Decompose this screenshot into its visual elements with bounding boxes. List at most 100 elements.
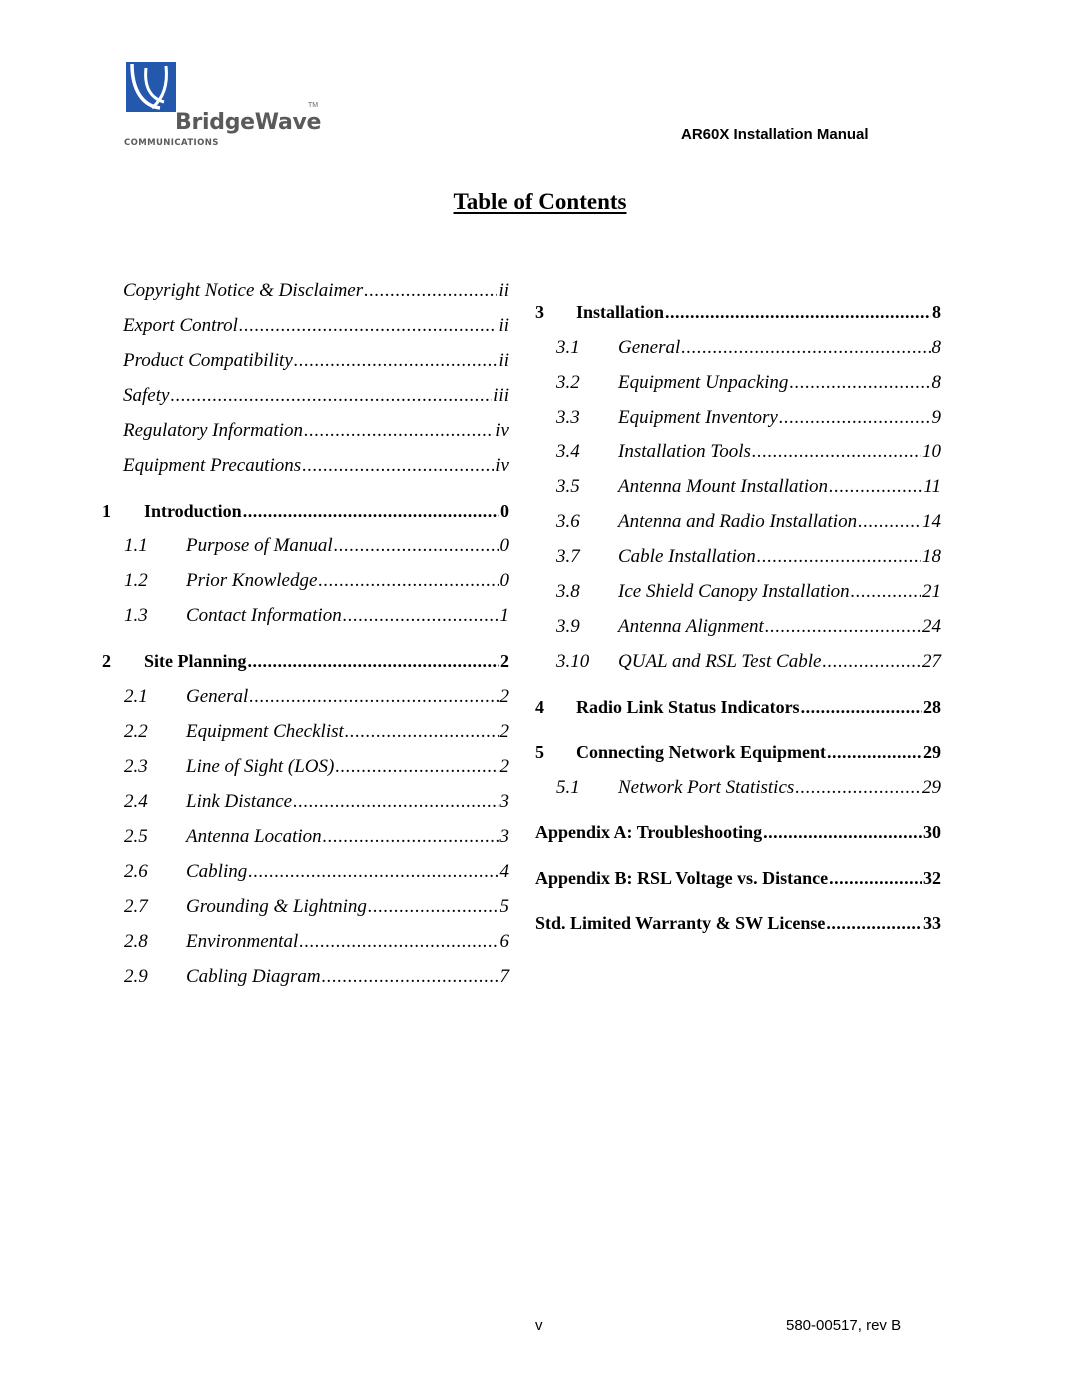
- toc-entry-title[interactable]: Antenna Location: [186, 826, 322, 848]
- toc-entry[interactable]: Equipment Precautions iv: [123, 455, 509, 477]
- toc-entry-title[interactable]: Connecting Network Equipment: [576, 742, 826, 763]
- toc-entry-title[interactable]: Export Control: [123, 315, 238, 337]
- toc-entry-page[interactable]: 5: [500, 896, 510, 918]
- toc-entry-page[interactable]: 2: [500, 756, 510, 778]
- toc-entry-page[interactable]: 8: [932, 372, 942, 394]
- toc-entry-title[interactable]: Site Planning: [144, 651, 247, 672]
- toc-entry[interactable]: 5 Connecting Network Equipment 29: [535, 742, 941, 763]
- toc-entry-title[interactable]: Installation Tools: [618, 441, 751, 463]
- toc-entry-title[interactable]: Product Compatibility: [123, 350, 293, 372]
- toc-entry[interactable]: 3.5 Antenna Mount Installation 11: [556, 476, 941, 498]
- toc-entry[interactable]: 3.1 General 8: [556, 337, 941, 359]
- toc-entry[interactable]: Export Control ii: [123, 315, 509, 337]
- toc-entry-page[interactable]: 3: [500, 791, 510, 813]
- toc-entry-page[interactable]: 2: [500, 651, 509, 672]
- toc-entry-page[interactable]: 7: [500, 966, 510, 988]
- toc-entry-title[interactable]: Cabling: [186, 861, 247, 883]
- toc-entry-page[interactable]: 18: [922, 546, 941, 568]
- toc-entry[interactable]: 3.3 Equipment Inventory 9: [556, 407, 941, 429]
- toc-entry-title[interactable]: Installation: [576, 302, 664, 323]
- toc-entry-page[interactable]: 14: [922, 511, 941, 533]
- toc-entry-title[interactable]: Prior Knowledge: [186, 570, 317, 592]
- toc-entry-title[interactable]: Equipment Inventory: [618, 407, 778, 429]
- toc-entry-title[interactable]: Equipment Unpacking: [618, 372, 788, 394]
- toc-entry-title[interactable]: General: [186, 686, 248, 708]
- toc-entry[interactable]: 2.3 Line of Sight (LOS) 2: [124, 756, 509, 778]
- toc-entry-page[interactable]: ii: [498, 350, 509, 372]
- toc-entry-page[interactable]: 33: [923, 913, 941, 934]
- toc-entry-page[interactable]: 1: [500, 605, 510, 627]
- toc-entry-title[interactable]: Safety: [123, 385, 169, 407]
- toc-entry-page[interactable]: 0: [500, 570, 510, 592]
- toc-entry[interactable]: 3.7 Cable Installation 18: [556, 546, 941, 568]
- toc-entry[interactable]: 3.4 Installation Tools 10: [556, 441, 941, 463]
- toc-entry[interactable]: 1.2 Prior Knowledge 0: [124, 570, 509, 592]
- toc-entry[interactable]: Copyright Notice & Disclaimer ii: [123, 280, 509, 302]
- toc-entry[interactable]: 2.9 Cabling Diagram 7: [124, 966, 509, 988]
- toc-entry-title[interactable]: Antenna and Radio Installation: [618, 511, 857, 533]
- toc-entry-title[interactable]: Radio Link Status Indicators: [576, 697, 800, 718]
- toc-entry[interactable]: 5.1 Network Port Statistics 29: [556, 777, 941, 799]
- toc-entry-page[interactable]: 9: [932, 407, 942, 429]
- toc-entry[interactable]: 3 Installation 8: [535, 302, 941, 323]
- toc-entry-title[interactable]: General: [618, 337, 680, 359]
- toc-entry-title[interactable]: Ice Shield Canopy Installation: [618, 581, 850, 603]
- toc-entry-page[interactable]: 27: [922, 651, 941, 673]
- toc-entry-page[interactable]: 10: [922, 441, 941, 463]
- toc-entry[interactable]: Regulatory Information iv: [123, 420, 509, 442]
- toc-entry-title[interactable]: Line of Sight (LOS): [186, 756, 334, 778]
- toc-entry[interactable]: Std. Limited Warranty & SW License 33: [535, 913, 941, 934]
- toc-entry-title[interactable]: Antenna Alignment: [618, 616, 764, 638]
- toc-entry-page[interactable]: 11: [923, 476, 941, 498]
- toc-entry-page[interactable]: 6: [500, 931, 510, 953]
- toc-entry[interactable]: 2.4 Link Distance 3: [124, 791, 509, 813]
- toc-entry-page[interactable]: 30: [923, 822, 941, 843]
- toc-entry[interactable]: 2 Site Planning 2: [102, 651, 509, 672]
- toc-entry-page[interactable]: 4: [500, 861, 510, 883]
- toc-entry[interactable]: 2.5 Antenna Location 3: [124, 826, 509, 848]
- toc-entry-page[interactable]: iv: [495, 420, 509, 442]
- toc-entry[interactable]: Appendix A: Troubleshooting 30: [535, 822, 941, 843]
- toc-entry-page[interactable]: 8: [932, 302, 941, 323]
- toc-entry[interactable]: 1 Introduction 0: [102, 501, 509, 522]
- toc-entry[interactable]: 3.6 Antenna and Radio Installation 14: [556, 511, 941, 533]
- toc-entry[interactable]: 3.2 Equipment Unpacking 8: [556, 372, 941, 394]
- toc-entry-page[interactable]: 32: [923, 868, 941, 889]
- toc-entry[interactable]: 2.2 Equipment Checklist 2: [124, 721, 509, 743]
- toc-entry-title[interactable]: Network Port Statistics: [618, 777, 794, 799]
- toc-entry[interactable]: 2.8 Environmental 6: [124, 931, 509, 953]
- toc-entry[interactable]: 4 Radio Link Status Indicators 28: [535, 697, 941, 718]
- toc-entry[interactable]: Safety iii: [123, 385, 509, 407]
- toc-entry-title[interactable]: Cabling Diagram: [186, 966, 321, 988]
- toc-entry[interactable]: 1.3 Contact Information 1: [124, 605, 509, 627]
- toc-entry-title[interactable]: Grounding & Lightning: [186, 896, 367, 918]
- toc-entry[interactable]: 3.8 Ice Shield Canopy Installation 21: [556, 581, 941, 603]
- toc-entry-title[interactable]: Regulatory Information: [123, 420, 303, 442]
- toc-entry-title[interactable]: Purpose of Manual: [186, 535, 333, 557]
- toc-entry[interactable]: Product Compatibility ii: [123, 350, 509, 372]
- toc-entry-title[interactable]: QUAL and RSL Test Cable: [618, 651, 821, 673]
- toc-entry-page[interactable]: 8: [932, 337, 942, 359]
- toc-entry-title[interactable]: Cable Installation: [618, 546, 756, 568]
- toc-entry-page[interactable]: 0: [500, 501, 509, 522]
- toc-entry-title[interactable]: Equipment Checklist: [186, 721, 344, 743]
- toc-entry-page[interactable]: ii: [498, 280, 509, 302]
- toc-entry-title[interactable]: Appendix B: RSL Voltage vs. Distance: [535, 868, 828, 889]
- toc-entry-title[interactable]: Copyright Notice & Disclaimer: [123, 280, 363, 302]
- toc-entry-page[interactable]: 29: [923, 742, 941, 763]
- toc-entry-page[interactable]: 21: [922, 581, 941, 603]
- toc-entry-title[interactable]: Antenna Mount Installation: [618, 476, 828, 498]
- toc-entry-page[interactable]: iv: [495, 455, 509, 477]
- toc-entry[interactable]: 3.9 Antenna Alignment 24: [556, 616, 941, 638]
- toc-entry-page[interactable]: 2: [500, 686, 510, 708]
- toc-entry-page[interactable]: iii: [493, 385, 509, 407]
- toc-entry[interactable]: Appendix B: RSL Voltage vs. Distance 32: [535, 868, 941, 889]
- toc-entry-title[interactable]: Equipment Precautions: [123, 455, 301, 477]
- toc-entry-page[interactable]: 29: [922, 777, 941, 799]
- toc-entry-page[interactable]: 0: [500, 535, 510, 557]
- toc-entry-title[interactable]: Appendix A: Troubleshooting: [535, 822, 762, 843]
- toc-entry[interactable]: 2.6 Cabling 4: [124, 861, 509, 883]
- toc-entry-page[interactable]: 24: [922, 616, 941, 638]
- toc-entry-title[interactable]: Contact Information: [186, 605, 342, 627]
- toc-entry-title[interactable]: Introduction: [144, 501, 242, 522]
